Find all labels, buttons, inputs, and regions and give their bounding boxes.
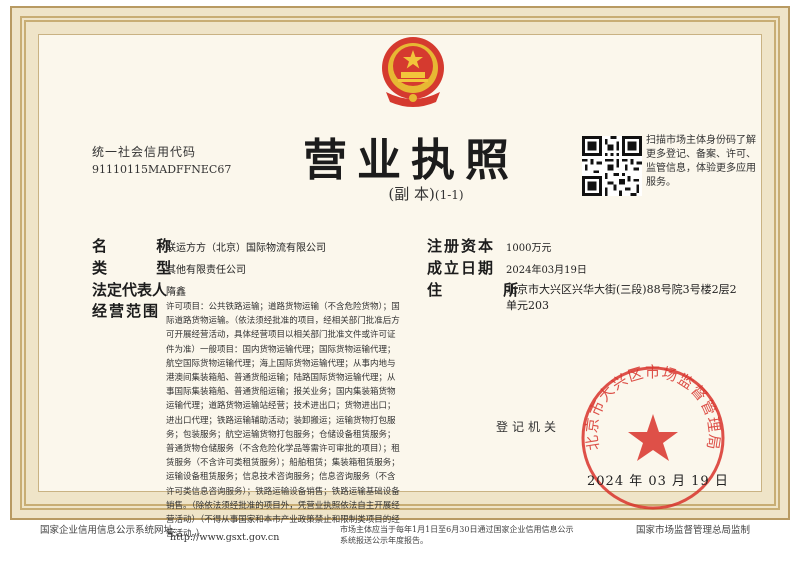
capital-label: 注册资本 (427, 237, 496, 255)
established-date-label: 成立日期 (427, 259, 496, 277)
copy-type: (副 本) (388, 185, 435, 203)
type-value: 其他有限责任公司 (166, 265, 246, 276)
business-scope-value: 许可项目：公共铁路运输；道路货物运输（不含危险货物）；国际道路货物运输。（依法须… (166, 302, 400, 540)
qr-description: 扫描市场主体身份码了解更多登记、备案、许可、监管信息，体验更多应用服务。 (646, 135, 756, 188)
credit-code: 91110115MADFFNEC67 (92, 163, 232, 176)
business-scope-label: 经营范围 (92, 302, 161, 320)
established-date-value: 2024年03月19日 (506, 265, 587, 276)
footer-website-label: 国家企业信用信息公示系统网址: (40, 525, 177, 536)
footer-left: 国家企业信用信息公示系统网址: http://www.gsxt.gov.cn (40, 522, 279, 543)
address-value: 北京市大兴区兴华大街(三段)88号院3号楼2层2单元203 (506, 283, 737, 312)
license-subtitle: (副 本)(1-1) (336, 183, 516, 204)
national-emblem-icon (382, 37, 444, 107)
credit-code-label: 统一社会信用代码 (92, 145, 197, 159)
registration-authority-label: 登记机关 (496, 420, 561, 434)
name-value: 联运方方（北京）国际物流有限公司 (166, 243, 326, 254)
license-body: 统一社会信用代码 91110115MADFFNEC67 营业执照 (副 本)(1… (36, 32, 764, 539)
capital-value: 1000万元 (506, 243, 552, 254)
license-page: 统一社会信用代码 91110115MADFFNEC67 营业执照 (副 本)(1… (0, 0, 800, 570)
copy-number: (1-1) (434, 188, 464, 202)
registration-date: 2024 年 03 月 19 日 (587, 474, 729, 489)
qr-code-icon[interactable] (582, 136, 642, 196)
license-title: 营业执照 (303, 135, 519, 186)
legal-rep-value: 隋鑫 (166, 287, 186, 298)
official-seal-icon: 北京市大兴区市场监督管理局 (581, 363, 725, 510)
footer-issuer: 国家市场监督管理总局监制 (636, 525, 751, 536)
legal-rep-label: 法定代表人 (92, 281, 168, 299)
